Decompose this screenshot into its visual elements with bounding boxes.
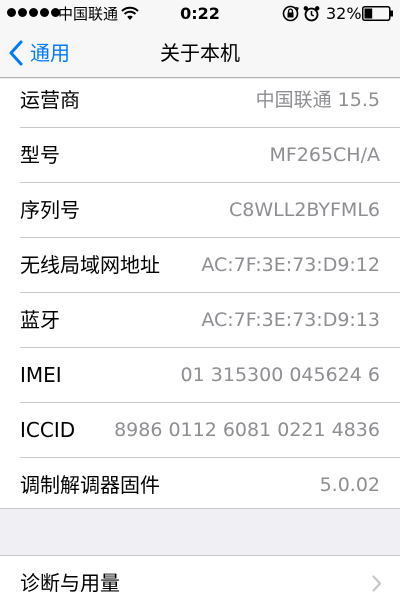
- chevron-right-icon: [372, 575, 382, 592]
- info-row-model: 型号 MF265CH/A: [0, 128, 400, 183]
- info-row-value: MF265CH/A: [269, 144, 380, 166]
- info-row-label: 型号: [20, 143, 60, 167]
- battery-percentage: 32%: [326, 4, 362, 23]
- battery-icon: [362, 6, 393, 21]
- diagnostics-usage-label: 诊断与用量: [20, 571, 120, 595]
- info-row-label: 序列号: [20, 198, 80, 222]
- device-info-list: 运营商 中国联通 15.5 型号 MF265CH/A 序列号 C8WLL2BYF…: [0, 79, 400, 509]
- info-row-carrier: 运营商 中国联通 15.5: [0, 73, 400, 128]
- rotation-lock-icon: [282, 5, 299, 22]
- info-row-value: AC:7F:3E:73:D9:12: [201, 254, 380, 276]
- info-row-label: 运营商: [20, 88, 80, 112]
- info-row-label: ICCID: [20, 418, 76, 442]
- info-row-imei: IMEI 01 315300 045624 6: [0, 348, 400, 403]
- status-bar: 中国联通 0:22 32%: [0, 0, 400, 28]
- info-row-value: 5.0.02: [319, 474, 380, 496]
- info-row-value: AC:7F:3E:73:D9:13: [201, 309, 380, 331]
- info-row-modem-firmware: 调制解调器固件 5.0.02: [0, 458, 400, 513]
- info-row-value: C8WLL2BYFML6: [229, 199, 380, 221]
- info-row-label: 调制解调器固件: [20, 473, 160, 497]
- info-row-label: 无线局域网地址: [20, 253, 160, 277]
- info-row-serial-number: 序列号 C8WLL2BYFML6: [0, 183, 400, 238]
- navigation-bar: 通用 关于本机: [0, 28, 400, 78]
- info-row-label: IMEI: [20, 363, 62, 387]
- info-row-value: 8986 0112 6081 0221 4836: [114, 419, 380, 441]
- info-row-iccid: ICCID 8986 0112 6081 0221 4836: [0, 403, 400, 458]
- info-row-label: 蓝牙: [20, 308, 60, 332]
- battery-fill: [364, 8, 373, 19]
- info-row-bluetooth: 蓝牙 AC:7F:3E:73:D9:13: [0, 293, 400, 348]
- info-row-value: 01 315300 045624 6: [180, 364, 380, 386]
- diagnostics-usage-row[interactable]: 诊断与用量: [0, 555, 400, 600]
- page-title: 关于本机: [160, 41, 240, 65]
- about-screen: 中国联通 0:22 32% 通用 关于本机 运营商 中国联通 15.5 型号 M…: [0, 0, 400, 600]
- alarm-icon: [303, 6, 320, 22]
- info-row-wifi-address: 无线局域网地址 AC:7F:3E:73:D9:12: [0, 238, 400, 293]
- info-row-value: 中国联通 15.5: [255, 89, 380, 111]
